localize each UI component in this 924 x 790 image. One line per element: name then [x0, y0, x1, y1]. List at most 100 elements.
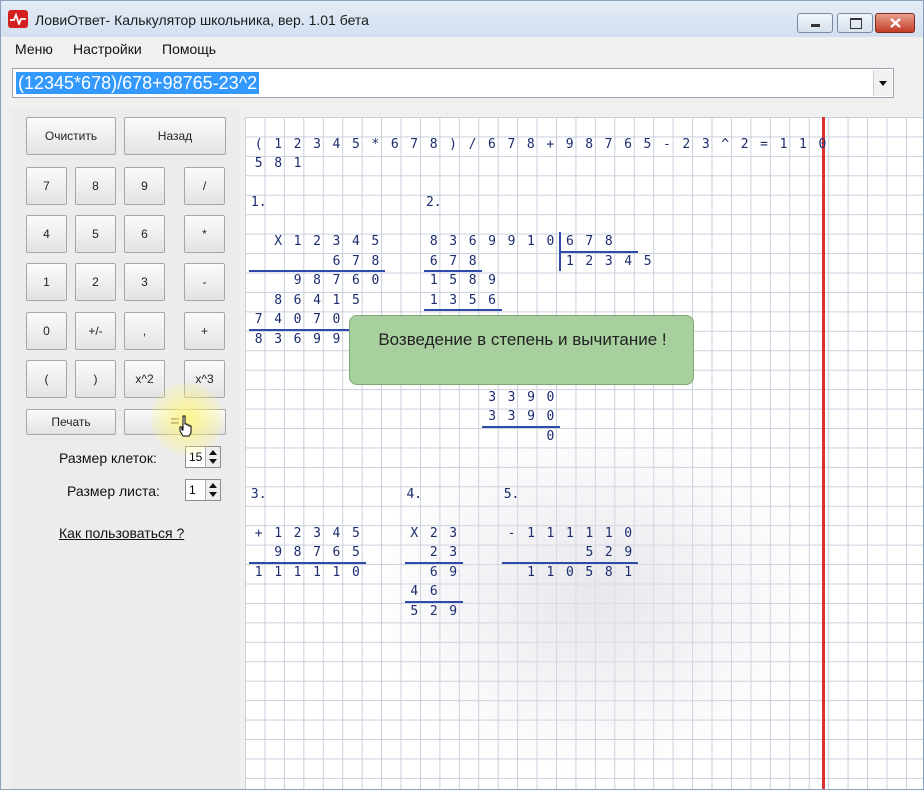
step1-row: 86415 [268, 291, 365, 310]
step1-row: 83699 [249, 330, 346, 349]
key-1-button[interactable]: 1 [26, 263, 67, 301]
menu-help[interactable]: Помощь [162, 41, 216, 57]
digit-cell: 9 [527, 409, 535, 425]
digit-cell: 8 [293, 545, 302, 561]
menu-bar: Меню Настройки Помощь [1, 37, 923, 61]
digit-cell: 4 [624, 253, 633, 269]
key-plus-minus-button[interactable]: +/- [75, 312, 116, 350]
digit-cell: 5 [351, 137, 360, 152]
sheet-size-spinner[interactable]: 1 [185, 479, 221, 501]
menu-settings[interactable]: Настройки [73, 41, 142, 57]
digit-cell: 6 [468, 234, 477, 250]
minimize-button[interactable] [797, 13, 833, 33]
digit-cell: 8 [429, 137, 438, 152]
key-close-paren-button[interactable]: ) [75, 360, 116, 398]
key-8-button[interactable]: 8 [75, 167, 116, 205]
minimize-icon [811, 24, 820, 27]
expression-combobox[interactable]: (12345*678)/678+98765-23^2 [12, 68, 894, 98]
back-button[interactable]: Назад [124, 117, 226, 155]
step2-row: 0 [541, 427, 560, 446]
digit-cell: 1 [546, 526, 555, 541]
digit-cell: 2. [425, 195, 442, 211]
step2-row: 1356 [424, 291, 502, 310]
step5-row: -111110 [502, 524, 638, 543]
expression-input[interactable]: (12345*678)/678+98765-23^2 [16, 72, 260, 94]
key-3-button[interactable]: 3 [124, 263, 165, 301]
digit-cell: 7 [449, 253, 458, 269]
digit-cell: 2 [429, 545, 438, 561]
digit-cell: 5 [371, 234, 380, 250]
digit-cell: 0 [818, 137, 827, 152]
key-9-button[interactable]: 9 [124, 167, 165, 205]
digit-cell: 9 [488, 273, 496, 289]
step1-row: 678 [327, 252, 385, 271]
sheet-size-spin-buttons[interactable] [205, 480, 220, 500]
digit-cell: 5 [351, 292, 360, 308]
key-comma-button[interactable]: , [124, 312, 165, 350]
key-multiply-button[interactable]: * [184, 215, 225, 253]
graph-paper-sheet[interactable]: (1 2 3 4 5 * 6 7 8)/6 7 8 +9 8 7 6 5-2 3 ^ 2 = 1 1 0 5 8 1 1. 2. 3. 4… [245, 117, 923, 789]
digit-cell: 7 [604, 137, 613, 152]
key-6-button[interactable]: 6 [124, 215, 165, 253]
clear-button[interactable]: Очистить [26, 117, 116, 155]
digit-cell: 1 [546, 564, 555, 580]
maximize-icon [850, 18, 862, 29]
key-divide-button[interactable]: / [184, 167, 225, 205]
maximize-button[interactable] [837, 13, 873, 33]
digit-cell: 4 [313, 292, 321, 308]
digit-cell: 3 [507, 389, 516, 405]
print-button[interactable]: Печать [26, 409, 116, 435]
digit-cell: 0 [546, 389, 555, 405]
digit-cell: 4 [351, 234, 360, 250]
key-2-button[interactable]: 2 [75, 263, 116, 301]
digit-cell: 0 [371, 273, 380, 289]
digit-cell: 1 [799, 137, 807, 152]
menu-main[interactable]: Меню [15, 41, 53, 57]
digit-cell: 8 [604, 234, 613, 250]
key-4-button[interactable]: 4 [26, 215, 67, 253]
digit-cell: 0 [351, 564, 360, 580]
digit-cell: 8 [274, 156, 283, 172]
cell-size-label: Размер клеток: [59, 450, 157, 466]
digit-cell: 9 [313, 331, 321, 347]
digit-cell: 9 [488, 234, 496, 250]
digit-cell: 0 [565, 564, 574, 580]
digit-cell: 7 [332, 273, 341, 289]
digit-cell: 4 [332, 526, 341, 541]
key-open-paren-button[interactable]: ( [26, 360, 67, 398]
digit-cell: 2 [740, 137, 749, 152]
sheet-size-label: Размер листа: [67, 483, 160, 499]
digit-cell: 1 [624, 564, 633, 580]
title-bar[interactable]: ЛовиОтвет- Калькулятор школьника, вер. 1… [1, 1, 923, 37]
digit-cell: + [546, 137, 555, 152]
chevron-down-icon [209, 492, 217, 497]
digit-cell: 5 [468, 292, 477, 308]
key-minus-button[interactable]: - [184, 263, 225, 301]
digit-cell: X [274, 234, 283, 250]
digit-cell: 1 [527, 526, 535, 541]
digit-cell: 8 [526, 137, 535, 152]
digit-cell: 3 [449, 234, 458, 250]
step3-row: 111110 [249, 563, 366, 582]
digit-cell: * [371, 137, 380, 152]
key-square-button[interactable]: x^2 [124, 360, 165, 398]
key-7-button[interactable]: 7 [26, 167, 67, 205]
digit-cell: 6 [352, 273, 360, 289]
digit-cell: 4 [274, 312, 283, 328]
digit-cell: + [254, 526, 263, 541]
key-plus-button[interactable]: + [184, 312, 225, 350]
step3-row: 98765 [268, 543, 365, 562]
digit-cell: 7 [507, 137, 516, 152]
step4-row: 46 [405, 582, 444, 601]
expression-dropdown-button[interactable] [873, 70, 892, 96]
digit-cell: 3 [449, 545, 458, 561]
cell-size-spin-buttons[interactable] [205, 447, 220, 467]
digit-cell: 2 [429, 603, 438, 619]
how-to-use-link[interactable]: Как пользоваться ? [59, 525, 184, 541]
key-5-button[interactable]: 5 [75, 215, 116, 253]
close-button[interactable] [875, 13, 915, 33]
key-0-button[interactable]: 0 [26, 312, 67, 350]
step-label-5: 5. [502, 485, 521, 504]
digit-cell: 6 [565, 234, 574, 250]
digit-cell: 5 [449, 273, 458, 289]
